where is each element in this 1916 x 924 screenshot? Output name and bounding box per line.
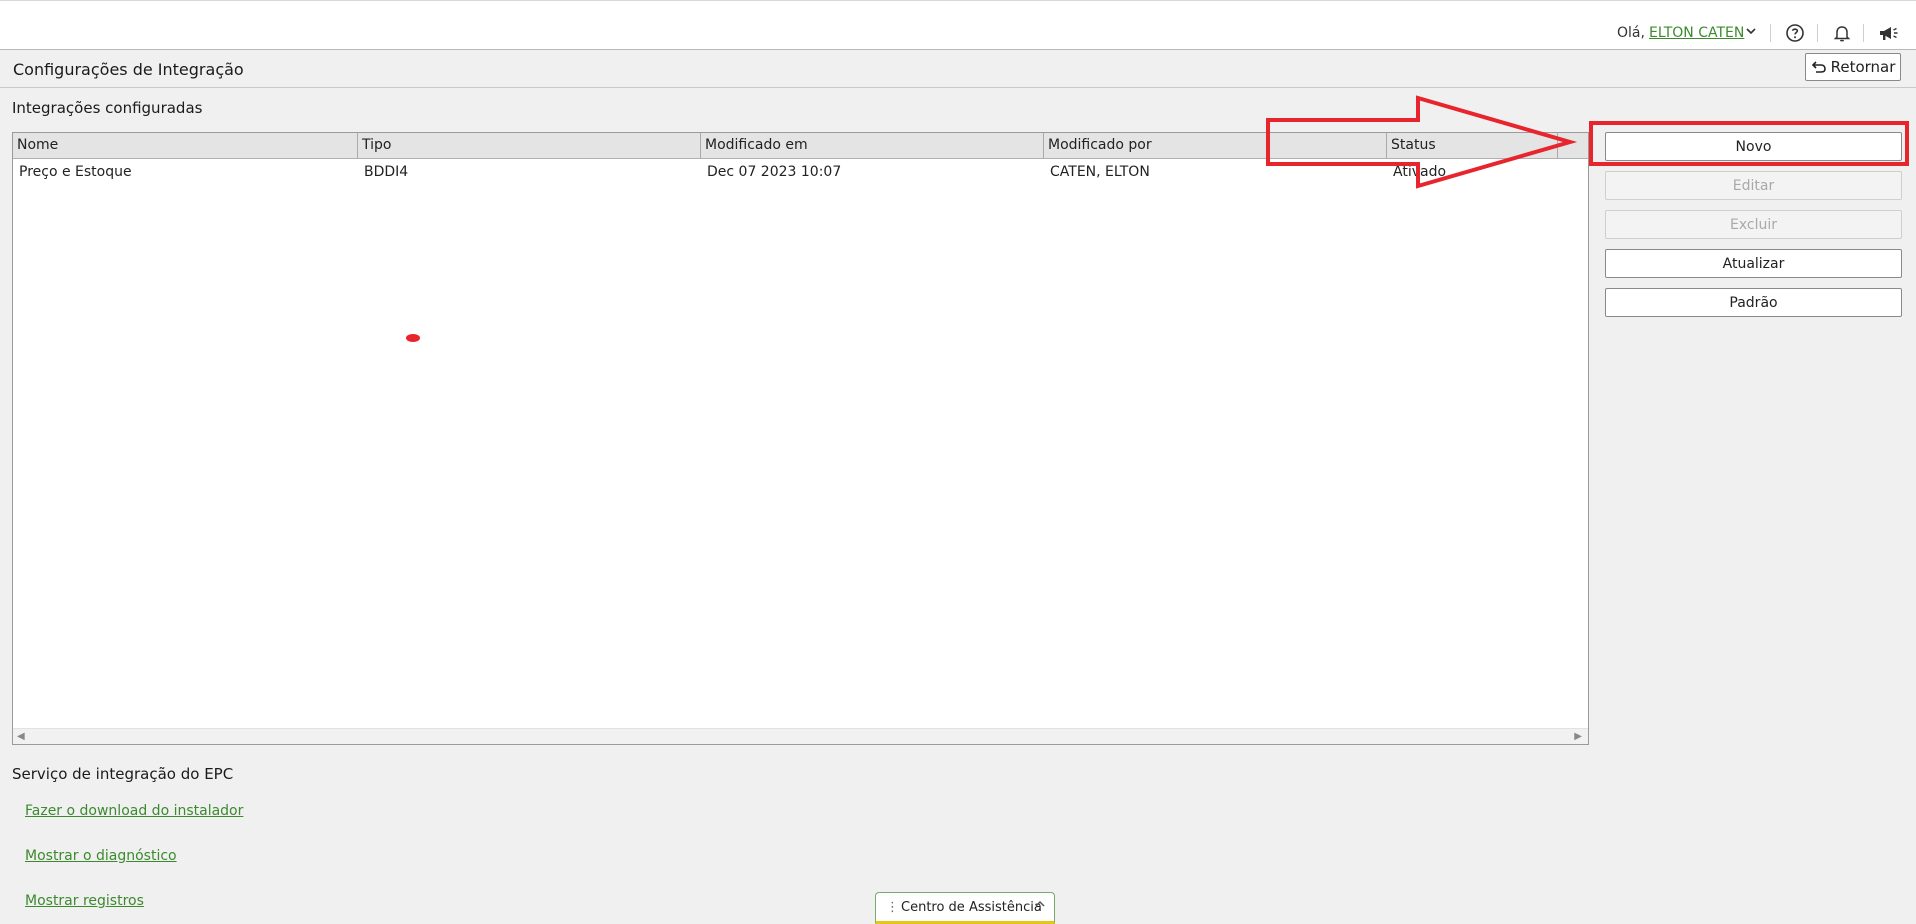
delete-button[interactable]: Excluir <box>1605 210 1902 239</box>
cell-modificado-em: Dec 07 2023 10:07 <box>707 164 842 180</box>
scroll-left-icon[interactable]: ◀ <box>17 731 25 742</box>
table-header: Nome Tipo Modificado em Modificado por S… <box>13 133 1588 159</box>
cell-status: Ativado <box>1393 164 1447 180</box>
separator <box>1817 24 1818 42</box>
column-header-modificado-em[interactable]: Modificado em <box>701 133 1044 158</box>
back-button-label: Retornar <box>1830 58 1896 76</box>
separator <box>1863 24 1864 42</box>
edit-button[interactable]: Editar <box>1605 171 1902 200</box>
refresh-button[interactable]: Atualizar <box>1605 249 1902 278</box>
show-logs-link[interactable]: Mostrar registros <box>25 893 144 909</box>
column-header-status[interactable]: Status <box>1387 133 1558 158</box>
cell-nome: Preço e Estoque <box>19 164 132 180</box>
show-diagnostic-link[interactable]: Mostrar o diagnóstico <box>25 848 177 864</box>
integrations-section-title: Integrações configuradas <box>12 99 203 117</box>
greeting-text: Olá, <box>1617 25 1645 41</box>
page-title-bar: Configurações de Integração Retornar <box>0 50 1916 88</box>
horizontal-scrollbar[interactable]: ◀ ▶ <box>13 728 1588 744</box>
back-button[interactable]: Retornar <box>1805 53 1901 81</box>
cell-modificado-por: CATEN, ELTON <box>1050 164 1150 180</box>
bell-icon[interactable] <box>1830 21 1854 45</box>
help-center-label: Centro de Assistência <box>901 899 1042 915</box>
table-row[interactable]: Preço e Estoque BDDI4 Dec 07 2023 10:07 … <box>13 159 1588 185</box>
download-installer-link[interactable]: Fazer o download do instalador <box>25 803 243 819</box>
user-menu-link[interactable]: ELTON CATEN <box>1649 25 1744 41</box>
drag-handle-icon: ⋮ <box>886 899 899 915</box>
separator <box>1770 24 1771 42</box>
scroll-right-icon[interactable]: ▶ <box>1574 731 1582 742</box>
undo-arrow-icon <box>1811 60 1827 74</box>
new-button[interactable]: Novo <box>1605 132 1902 161</box>
megaphone-icon[interactable] <box>1876 21 1900 45</box>
help-center-tab[interactable]: ⋮ Centro de Assistência <box>875 892 1055 924</box>
column-header-modificado-por[interactable]: Modificado por <box>1044 133 1387 158</box>
help-icon[interactable] <box>1783 21 1807 45</box>
epc-section-title: Serviço de integração do EPC <box>12 765 234 783</box>
page-title: Configurações de Integração <box>13 60 244 79</box>
cell-tipo: BDDI4 <box>364 164 409 180</box>
chevron-up-icon[interactable] <box>1034 898 1046 913</box>
top-bar: Olá, ELTON CATEN <box>0 0 1916 50</box>
chevron-down-icon[interactable] <box>1744 23 1758 37</box>
integrations-table: Nome Tipo Modificado em Modificado por S… <box>12 132 1589 745</box>
column-header-tipo[interactable]: Tipo <box>358 133 701 158</box>
default-button[interactable]: Padrão <box>1605 288 1902 317</box>
column-header-nome[interactable]: Nome <box>13 133 358 158</box>
